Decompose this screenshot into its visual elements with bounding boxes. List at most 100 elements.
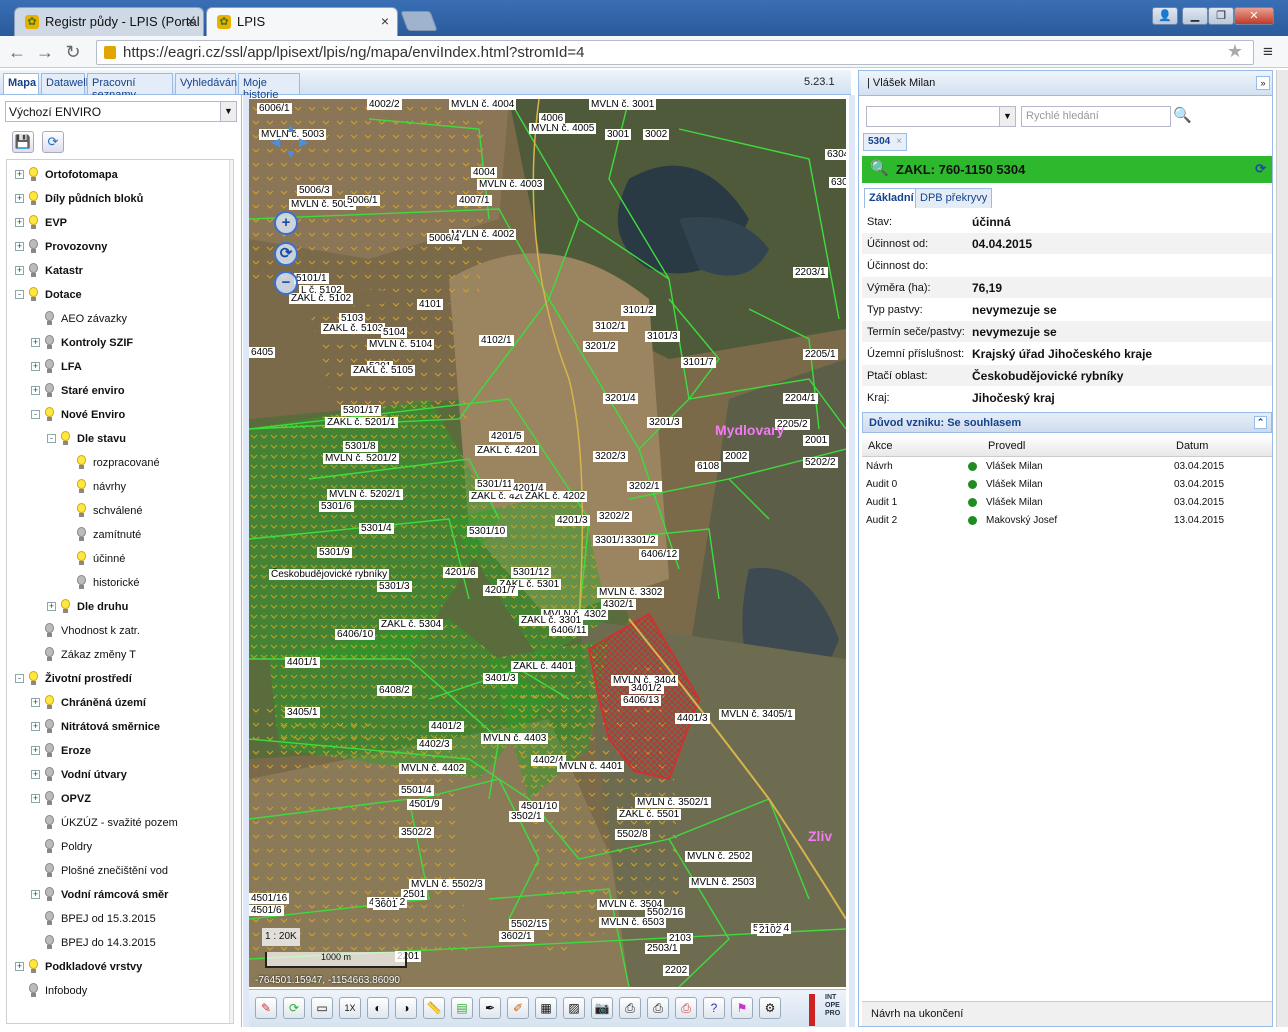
lightbulb-icon[interactable] (28, 959, 38, 975)
window-icon[interactable]: ▭ (311, 997, 333, 1019)
tab-pracovni-seznamy[interactable]: Pracovní seznamy (87, 73, 173, 101)
search-type-select[interactable]: ▼ (866, 106, 1016, 127)
reason-section-header[interactable]: Důvod vzniku: Se souhlasem ⌃ (862, 412, 1272, 433)
lightbulb-icon[interactable] (44, 383, 54, 399)
lightbulb-icon[interactable] (44, 335, 54, 351)
tab-zakladni[interactable]: Základní (864, 188, 919, 208)
flag-icon[interactable]: ⚑ (731, 997, 753, 1019)
help-icon[interactable]: ? (703, 997, 725, 1019)
lightbulb-icon[interactable] (44, 887, 54, 903)
lightbulb-icon[interactable] (76, 455, 86, 471)
lightbulb-icon[interactable] (28, 167, 38, 183)
pan-control[interactable]: ▲ ◀ ▶ ▼ (271, 121, 311, 161)
zoom-in-button[interactable]: + (274, 211, 298, 235)
close-tab-icon[interactable]: × (381, 13, 389, 29)
zoom-extent-button[interactable]: ⟳ (274, 242, 298, 266)
result-chip[interactable]: 5304 × (863, 133, 908, 151)
lightbulb-icon[interactable] (44, 743, 54, 759)
calc-icon[interactable]: ▦ (535, 997, 557, 1019)
back-icon[interactable]: ← (6, 41, 28, 63)
pan-left-icon[interactable]: ◀ (271, 135, 280, 149)
table-row[interactable]: Audit 2 Makovský Josef 13.04.2015 (862, 512, 1272, 530)
print-icon[interactable]: ⎙ (619, 997, 641, 1019)
info-icon[interactable]: ✒ (479, 997, 501, 1019)
browser-tab-lpis[interactable]: ✿ LPIS × (206, 7, 398, 36)
measure-icon[interactable]: 📏 (423, 997, 445, 1019)
close-tab-icon[interactable]: × (187, 13, 195, 29)
lightbulb-icon[interactable] (44, 695, 54, 711)
col-akce[interactable]: Akce (868, 440, 892, 452)
refresh-icon[interactable]: ⟳ (1255, 161, 1266, 177)
lightbulb-icon[interactable] (44, 863, 54, 879)
lightbulb-icon[interactable] (44, 719, 54, 735)
lightbulb-icon[interactable] (44, 623, 54, 639)
lightbulb-icon[interactable] (76, 575, 86, 591)
lightbulb-icon[interactable] (44, 935, 54, 951)
expand-icon[interactable]: + (31, 698, 40, 707)
refresh-icon[interactable]: ⟳ (42, 131, 64, 153)
minimize-button[interactable]: ▁ (1182, 7, 1208, 25)
lightbulb-icon[interactable] (44, 839, 54, 855)
forward-icon[interactable]: → (34, 41, 56, 63)
expand-icon[interactable]: + (47, 602, 56, 611)
chevron-down-icon[interactable]: ▼ (220, 102, 236, 121)
lightbulb-icon[interactable] (44, 767, 54, 783)
print-pdf-icon[interactable]: ⎙ (675, 997, 697, 1019)
right-splitter[interactable] (849, 95, 855, 1027)
lightbulb-icon[interactable] (76, 503, 86, 519)
col-provedl[interactable]: Provedl (988, 440, 1025, 452)
browser-tab-registr[interactable]: ✿ Registr půdy - LPIS (Portál × (14, 7, 204, 36)
expand-icon[interactable]: + (15, 962, 24, 971)
print-map-icon[interactable]: ⎙ (647, 997, 669, 1019)
lightbulb-icon[interactable] (60, 431, 70, 447)
collapse-icon[interactable]: » (1256, 76, 1270, 90)
refresh-map-icon[interactable]: ⟳ (283, 997, 305, 1019)
lightbulb-icon[interactable] (28, 215, 38, 231)
user-icon[interactable]: 👤 (1152, 7, 1178, 25)
lightbulb-icon[interactable] (28, 287, 38, 303)
expand-icon[interactable]: + (31, 890, 40, 899)
camera-icon[interactable]: 📷 (591, 997, 613, 1019)
pan-down-icon[interactable]: ▼ (285, 147, 297, 161)
layers-icon[interactable]: ▤ (451, 997, 473, 1019)
zoom-1x-icon[interactable]: 1X (339, 997, 361, 1019)
close-icon[interactable]: × (896, 136, 902, 147)
expand-icon[interactable]: + (15, 170, 24, 179)
page-scrollbar[interactable] (1276, 70, 1288, 1027)
table-row[interactable]: Návrh Vlášek Milan 03.04.2015 (862, 458, 1272, 476)
close-window-button[interactable]: ✕ (1234, 7, 1274, 25)
quick-search-input[interactable]: Rychlé hledání (1021, 106, 1171, 127)
edit-icon[interactable]: ✐ (507, 997, 529, 1019)
expand-icon[interactable]: + (31, 386, 40, 395)
tab-moje-historie[interactable]: Moje historie (238, 73, 300, 101)
tab-dpb-prekryvy[interactable]: DPB překryvy (915, 188, 993, 208)
table-row[interactable]: Audit 0 Vlášek Milan 03.04.2015 (862, 476, 1272, 494)
lightbulb-icon[interactable] (28, 263, 38, 279)
maximize-button[interactable]: ❐ (1208, 7, 1234, 25)
collapse-icon[interactable]: - (15, 674, 24, 683)
expand-icon[interactable]: + (31, 338, 40, 347)
end-proposal-button[interactable]: Návrh na ukončení (867, 1006, 967, 1022)
lightbulb-icon[interactable] (76, 551, 86, 567)
col-datum[interactable]: Datum (1176, 440, 1208, 452)
reload-icon[interactable]: ↻ (62, 41, 84, 63)
collapse-up-icon[interactable]: ⌃ (1254, 416, 1267, 429)
search-icon[interactable]: 🔍 (1173, 106, 1193, 127)
image-icon[interactable]: ▨ (563, 997, 585, 1019)
gear-icon[interactable]: ⚙ (759, 997, 781, 1019)
zoom-next-icon[interactable]: ◑ (395, 997, 417, 1019)
tab-mapa[interactable]: Mapa (3, 73, 39, 94)
expand-icon[interactable]: + (15, 266, 24, 275)
tree-scrollbar[interactable] (229, 160, 233, 1023)
url-input[interactable]: https://eagri.cz/ssl/app/lpisext/lpis/ng… (96, 40, 1254, 65)
map-view[interactable]: 6006/1 MVLN č. 5003 4002/2 MVLN č. 4004 4006… (249, 99, 846, 987)
lightbulb-icon[interactable] (44, 311, 54, 327)
lightbulb-icon[interactable] (28, 191, 38, 207)
star-icon[interactable]: ★ (1227, 41, 1243, 62)
lightbulb-icon[interactable] (28, 671, 38, 687)
lightbulb-icon[interactable] (44, 815, 54, 831)
save-icon[interactable]: 💾 (12, 131, 34, 153)
table-row[interactable]: Audit 1 Vlášek Milan 03.04.2015 (862, 494, 1272, 512)
expand-icon[interactable]: + (15, 218, 24, 227)
lightbulb-icon[interactable] (76, 527, 86, 543)
